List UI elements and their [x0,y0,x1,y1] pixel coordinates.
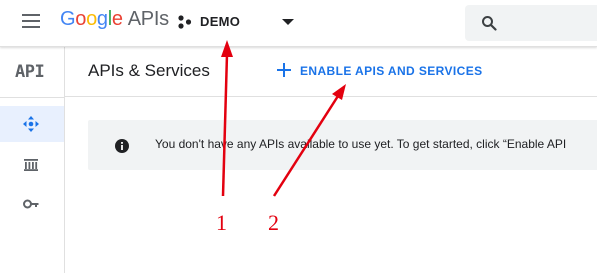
logo-letter: G [60,8,76,30]
rail-divider [0,97,64,98]
info-icon [115,139,129,153]
left-rail: API [0,46,65,273]
annotation-label-1: 1 [216,210,227,235]
enable-apis-label: ENABLE APIS AND SERVICES [300,64,483,78]
logo-letter: g [96,8,108,30]
rail-item-dashboard[interactable] [0,106,64,142]
search-box[interactable] [465,5,597,41]
top-bar: Google APIs DEMO [0,0,597,47]
rail-item-credentials[interactable] [0,186,64,222]
plus-icon [277,63,291,77]
project-dots-icon [178,15,192,29]
search-icon [482,16,497,31]
notice-text: You don't have any APIs available to use… [155,137,567,151]
library-icon [24,159,38,171]
logo-letter: e [111,8,123,30]
chevron-down-icon [282,19,294,25]
rail-title: API [15,62,45,82]
rail-item-library[interactable] [0,146,64,182]
key-icon [23,199,39,209]
page-title: APIs & Services [88,61,210,80]
google-apis-logo[interactable]: Google APIs [60,8,169,31]
logo-letter: o [75,8,87,30]
info-notice: You don't have any APIs available to use… [88,120,597,170]
annotation-label-2: 2 [268,210,279,235]
logo-suffix: APIs [127,8,169,30]
logo-letter: o [86,8,97,30]
main-header: APIs & Services ENABLE APIS AND SERVICES [64,46,597,97]
project-name: DEMO [200,14,241,29]
project-selector[interactable]: DEMO [178,11,298,33]
move-arrows-icon [23,116,39,132]
hamburger-menu-icon[interactable] [22,14,40,28]
